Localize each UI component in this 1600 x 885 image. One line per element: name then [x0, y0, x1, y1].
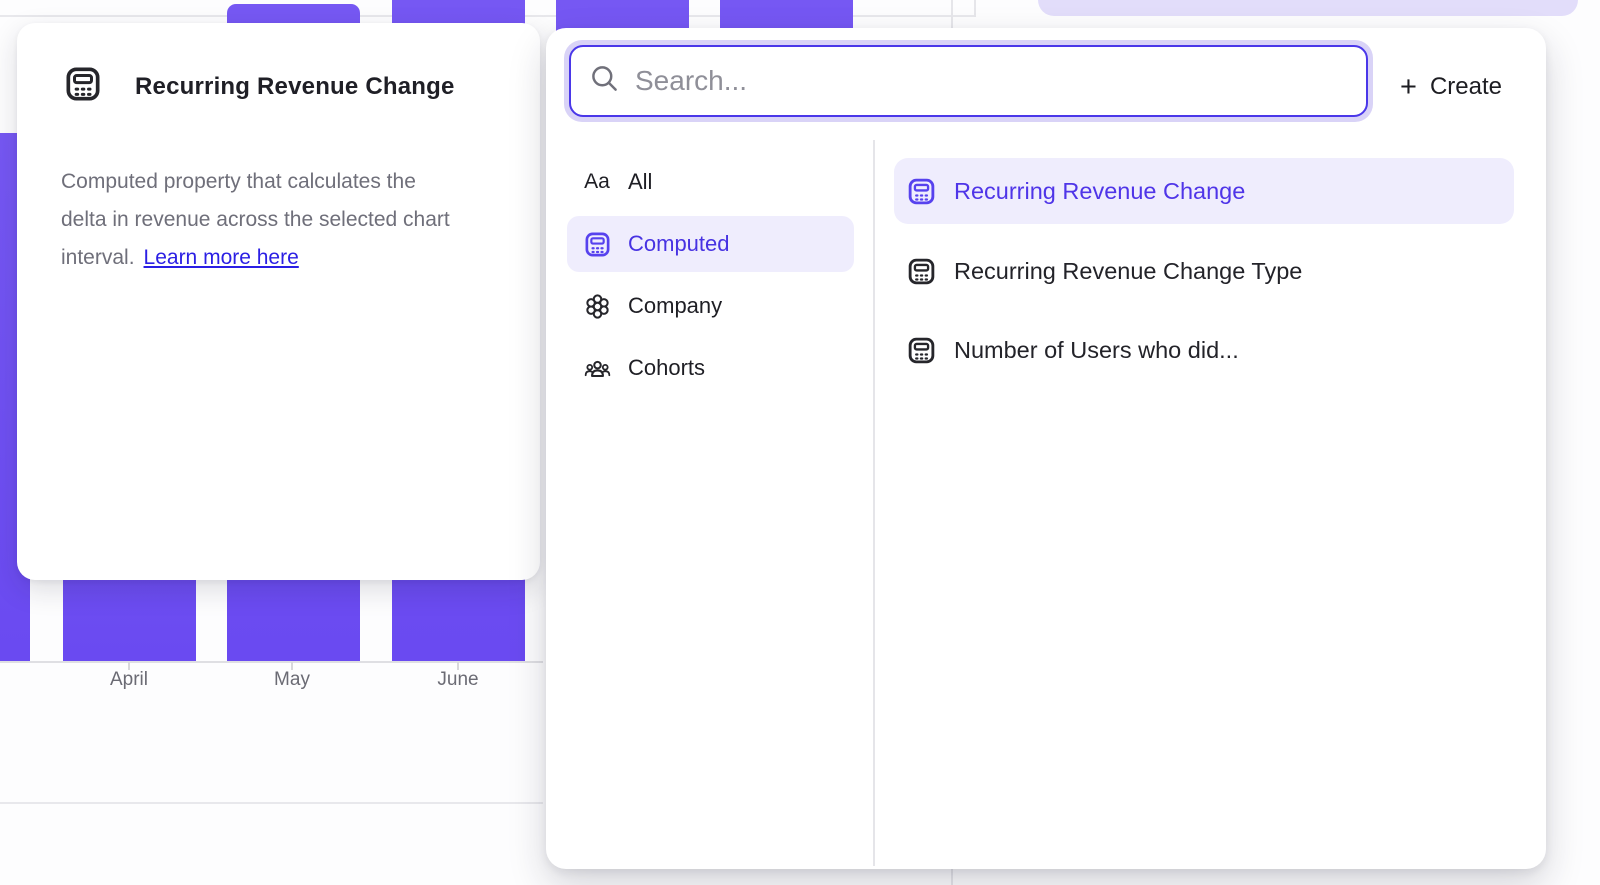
calculator-icon [582, 229, 612, 259]
category-label: Cohorts [628, 355, 705, 381]
learn-more-link[interactable]: Learn more here [144, 246, 299, 269]
description-line: delta in revenue across the selected cha… [61, 201, 511, 239]
create-button[interactable]: + Create [1400, 64, 1502, 110]
x-axis-line [0, 661, 543, 663]
result-label: Number of Users who did... [954, 337, 1239, 364]
result-label: Recurring Revenue Change [954, 178, 1245, 205]
category-label: All [628, 169, 652, 195]
category-label: Computed [628, 231, 730, 257]
chart-plot-right-edge [974, 0, 976, 17]
description-line-end: interval. [61, 246, 135, 269]
x-axis-label-may: May [274, 669, 310, 691]
search-icon [589, 63, 620, 99]
calculator-icon [906, 256, 937, 287]
category-item-company[interactable]: Company [567, 278, 854, 334]
tooltip-title: Recurring Revenue Change [135, 73, 455, 101]
plus-icon: + [1400, 73, 1417, 102]
x-axis-label-april: April [110, 669, 148, 691]
category-item-computed[interactable]: Computed [567, 216, 854, 272]
calculator-icon [906, 335, 937, 366]
search-input[interactable] [635, 65, 1315, 97]
column-divider [873, 140, 875, 866]
text-aa-icon: Aa [582, 167, 612, 197]
search-field-halo [564, 40, 1373, 122]
category-item-all[interactable]: Aa All [567, 154, 854, 210]
property-picker-modal: + Create Aa All Computed [546, 28, 1546, 869]
tooltip-description: Computed property that calculates the de… [61, 163, 511, 277]
property-tooltip-card: Recurring Revenue Change Computed proper… [17, 23, 540, 580]
create-button-label: Create [1430, 73, 1502, 101]
result-item-recurring-revenue-change-type[interactable]: Recurring Revenue Change Type [894, 238, 1514, 304]
result-item-number-of-users[interactable]: Number of Users who did... [894, 317, 1514, 383]
calculator-icon [906, 176, 937, 207]
result-item-recurring-revenue-change[interactable]: Recurring Revenue Change [894, 158, 1514, 224]
calculator-icon [63, 64, 103, 109]
cohorts-icon [582, 353, 612, 383]
description-line: Computed property that calculates the [61, 163, 511, 201]
category-label: Company [628, 293, 722, 319]
chart-gridline-bottom [0, 802, 543, 804]
x-axis-label-june: June [437, 669, 478, 691]
category-item-cohorts[interactable]: Cohorts [567, 340, 854, 396]
company-icon [582, 291, 612, 321]
result-label: Recurring Revenue Change Type [954, 258, 1302, 285]
cut-off-property-chip[interactable] [1038, 0, 1578, 16]
search-field[interactable] [569, 45, 1368, 117]
screen: April May June Recurring Revenue Change … [0, 0, 1600, 885]
description-line: interval. Learn more here [61, 239, 511, 277]
